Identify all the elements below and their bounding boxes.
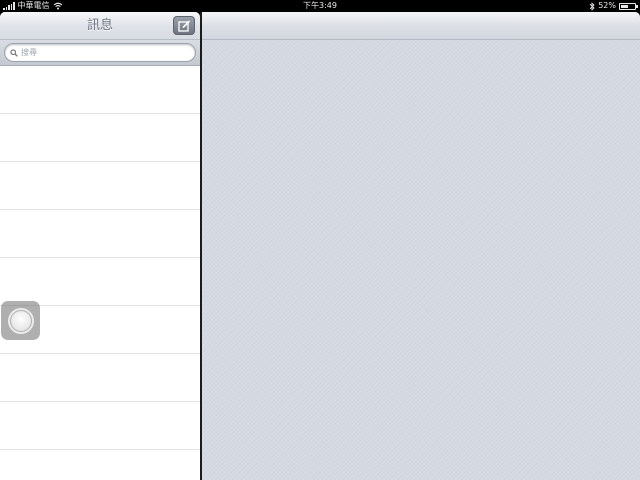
wifi-icon	[53, 2, 62, 10]
list-item[interactable]	[0, 162, 200, 210]
list-item[interactable]	[0, 210, 200, 258]
list-item[interactable]	[0, 402, 200, 450]
message-detail-panel	[202, 12, 640, 480]
status-bar: 中華電信 下午3:49 52%	[0, 0, 640, 12]
compose-button[interactable]	[173, 16, 195, 35]
search-placeholder: 搜尋	[21, 48, 37, 57]
clock: 下午3:49	[303, 1, 337, 10]
compose-icon	[177, 19, 190, 32]
list-item[interactable]	[0, 258, 200, 306]
detail-nav-bar	[202, 12, 640, 40]
message-list	[0, 66, 200, 480]
list-item[interactable]	[0, 450, 200, 480]
assistive-touch-icon	[7, 307, 34, 334]
list-item[interactable]	[0, 354, 200, 402]
battery-icon	[619, 2, 638, 10]
search-bar: 搜尋	[0, 40, 200, 66]
page-title: 訊息	[86, 18, 113, 33]
status-bar-left: 中華電信	[3, 0, 63, 12]
assistive-touch-button[interactable]	[1, 301, 40, 340]
status-bar-right: 52%	[589, 0, 638, 12]
battery-percent: 52%	[598, 1, 616, 10]
master-nav-bar: 訊息	[0, 12, 200, 40]
bluetooth-icon	[589, 1, 595, 11]
carrier-label: 中華電信	[17, 1, 50, 10]
messages-list-panel: 訊息 搜尋	[0, 12, 200, 480]
signal-bars-icon	[3, 2, 15, 10]
search-icon	[10, 48, 18, 57]
search-input[interactable]: 搜尋	[4, 43, 196, 62]
list-item[interactable]	[0, 114, 200, 162]
list-item[interactable]	[0, 66, 200, 114]
battery-fill	[621, 4, 628, 8]
assistive-touch-dot	[10, 310, 31, 331]
